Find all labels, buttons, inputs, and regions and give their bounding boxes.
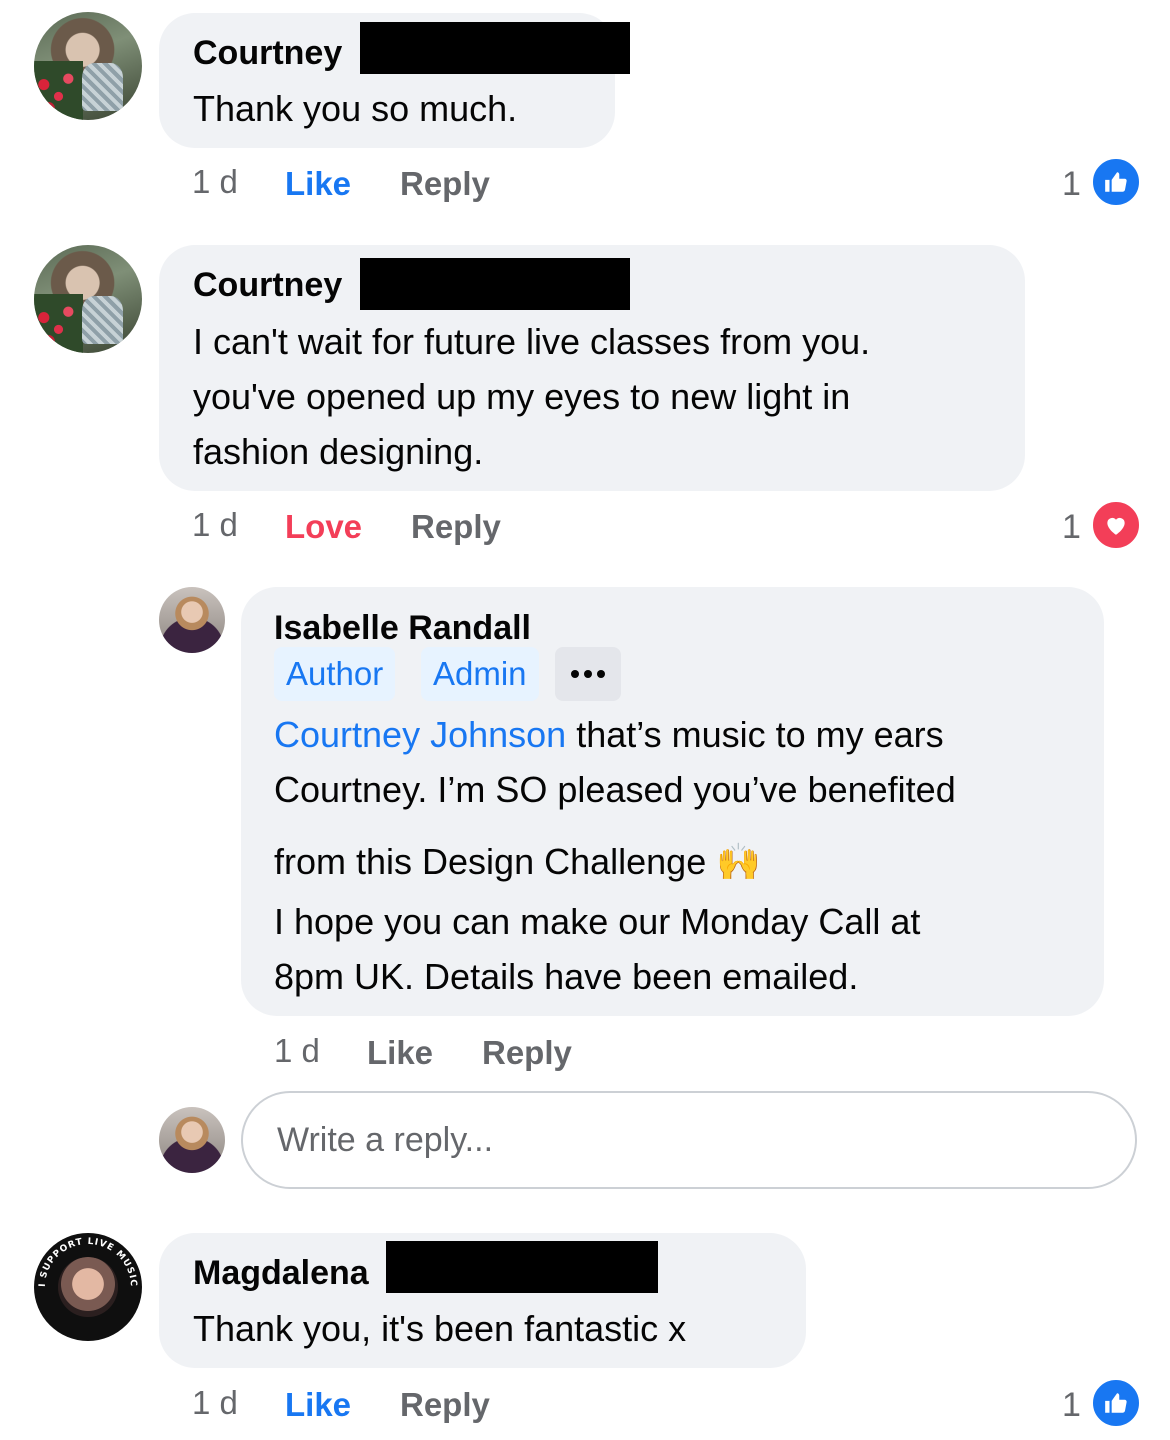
reply-button[interactable]: Reply	[411, 508, 501, 546]
avatar[interactable]: I SUPPORT LIVE MUSIC	[34, 1233, 142, 1341]
love-icon[interactable]	[1090, 499, 1142, 551]
comment-text-line: you've opened up my eyes to new light in	[193, 376, 851, 417]
comment-text: Thank you, it's been fantastic x	[193, 1308, 687, 1349]
reply-text-fragment: that’s music to my ears	[566, 714, 944, 755]
comment-text: Thank you so much.	[193, 88, 518, 129]
reply-text-line: Courtney. I’m SO pleased you’ve benefite…	[274, 769, 956, 810]
comment-timestamp[interactable]: 1 d	[192, 506, 238, 544]
avatar[interactable]	[34, 12, 142, 120]
comment-author[interactable]: Courtney	[193, 266, 342, 305]
reply-button[interactable]: Reply	[400, 1386, 490, 1424]
reply-text-line: Courtney Johnson that’s music to my ears	[274, 707, 944, 762]
comment-author[interactable]: Magdalena	[193, 1254, 369, 1293]
like-button[interactable]: Like	[285, 1386, 351, 1424]
comment-text-line: fashion designing.	[193, 431, 484, 472]
reply-timestamp[interactable]: 1 d	[274, 1032, 320, 1070]
like-icon[interactable]	[1090, 156, 1142, 208]
reply-input[interactable]: Write a reply...	[241, 1091, 1137, 1189]
dot	[571, 670, 579, 678]
comment-author[interactable]: Courtney	[193, 34, 342, 73]
reaction-count[interactable]: 1	[1062, 165, 1081, 204]
svg-text:I SUPPORT LIVE MUSIC: I SUPPORT LIVE MUSIC	[38, 1237, 138, 1288]
reply-text-line: I hope you can make our Monday Call at	[274, 901, 921, 942]
avatar-photo-flowers	[34, 60, 83, 120]
mention-link[interactable]: Courtney Johnson	[274, 714, 566, 755]
redacted-surname	[360, 22, 630, 74]
avatar-photo-figure	[81, 295, 123, 345]
avatar-ring-text: I SUPPORT LIVE MUSIC	[38, 1237, 137, 1288]
dot	[597, 670, 605, 678]
redacted-surname	[360, 258, 630, 310]
avatar[interactable]	[159, 587, 225, 653]
love-reaction-button[interactable]: Love	[285, 508, 362, 546]
avatar-ring-text-icon: I SUPPORT LIVE MUSIC	[38, 1237, 138, 1288]
author-badge[interactable]: Author	[274, 647, 396, 701]
admin-badge[interactable]: Admin	[421, 647, 539, 701]
like-icon[interactable]	[1090, 1377, 1142, 1429]
like-button[interactable]: Like	[285, 165, 351, 203]
reply-button[interactable]: Reply	[482, 1034, 572, 1072]
reply-text-fragment: from this Design Challenge	[274, 841, 707, 882]
avatar-photo-flowers	[34, 293, 83, 353]
avatar[interactable]	[34, 245, 142, 353]
avatar-photo-figure	[81, 62, 123, 112]
comment-text-line: I can't wait for future live classes fro…	[193, 321, 871, 362]
comment-timestamp[interactable]: 1 d	[192, 1384, 238, 1422]
dot	[584, 670, 592, 678]
reply-text-line: from this Design Challenge 🙌	[274, 834, 761, 890]
redacted-surname	[386, 1241, 658, 1293]
raising-hands-emoji-icon: 🙌	[716, 842, 762, 883]
like-button[interactable]: Like	[367, 1034, 433, 1072]
reaction-count[interactable]: 1	[1062, 1386, 1081, 1425]
reply-text-line: 8pm UK. Details have been emailed.	[274, 956, 859, 997]
current-user-avatar	[159, 1107, 225, 1173]
reply-button[interactable]: Reply	[400, 165, 490, 203]
comment-timestamp[interactable]: 1 d	[192, 163, 238, 201]
reaction-count[interactable]: 1	[1062, 508, 1081, 547]
reply-author[interactable]: Isabelle Randall	[274, 609, 531, 648]
reply-input-placeholder: Write a reply...	[277, 1120, 494, 1159]
more-dots-icon[interactable]	[555, 647, 621, 701]
